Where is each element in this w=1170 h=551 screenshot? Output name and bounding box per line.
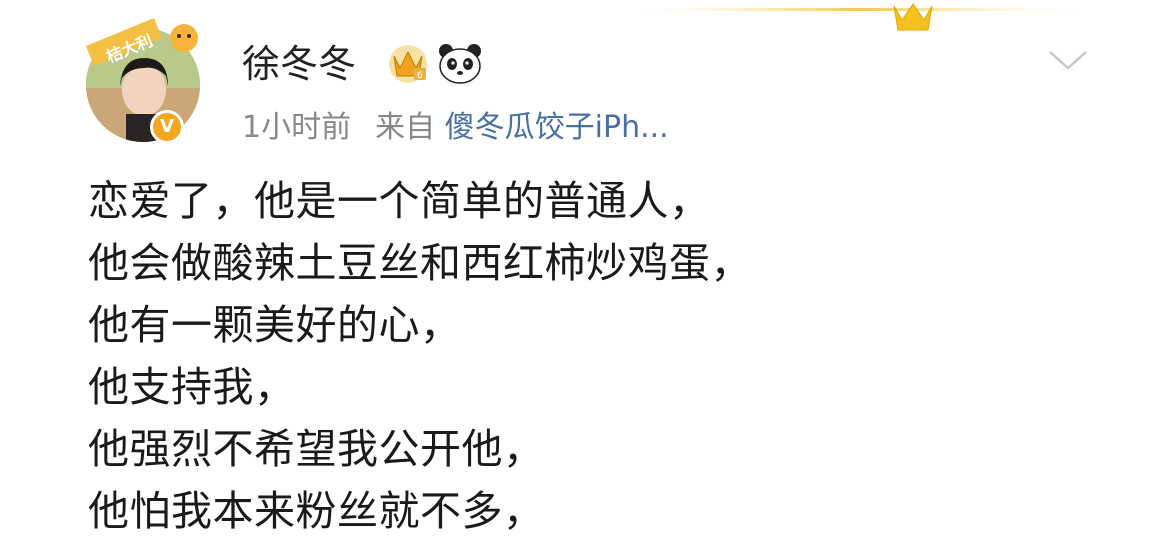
source-link[interactable]: 傻冬瓜饺子iPh... <box>445 110 669 145</box>
weibo-post: 桔大利 V 徐冬冬 6 1小时前 来自 傻冬瓜饺子iPh... 恋爱了，他是一个简 <box>0 0 1170 551</box>
username[interactable]: 徐冬冬 <box>242 38 356 90</box>
gold-banner-decor <box>640 8 1080 11</box>
post-line: 恋爱了，他是一个简单的普通人， <box>88 177 711 225</box>
crown-icon[interactable]: 6 <box>386 42 430 84</box>
post-content: 恋爱了，他是一个简单的普通人， 他会做酸辣土豆丝和西红柿炒鸡蛋， 他有一颗美好的… <box>88 170 1128 542</box>
post-line: 他怕我本来粉丝就不多， <box>88 487 545 535</box>
post-line: 他强烈不希望我公开他， <box>88 425 545 473</box>
avatar[interactable]: 桔大利 <box>84 16 202 144</box>
gold-crown-decor-icon <box>893 3 933 31</box>
panda-icon <box>439 44 481 84</box>
post-meta: 1小时前 来自 傻冬瓜饺子iPh... <box>242 106 669 150</box>
post-time: 1小时前 <box>242 110 352 145</box>
source-prefix: 来自 <box>375 110 436 145</box>
verified-badge: V <box>150 110 184 144</box>
post-line: 他支持我， <box>88 363 296 411</box>
svg-text:6: 6 <box>417 71 423 81</box>
post-line: 他有一颗美好的心， <box>88 301 462 349</box>
chevron-down-icon[interactable] <box>1046 46 1090 74</box>
avatar-sticker: 桔大利 <box>86 18 198 66</box>
post-line: 他会做酸辣土豆丝和西红柿炒鸡蛋， <box>88 239 752 287</box>
